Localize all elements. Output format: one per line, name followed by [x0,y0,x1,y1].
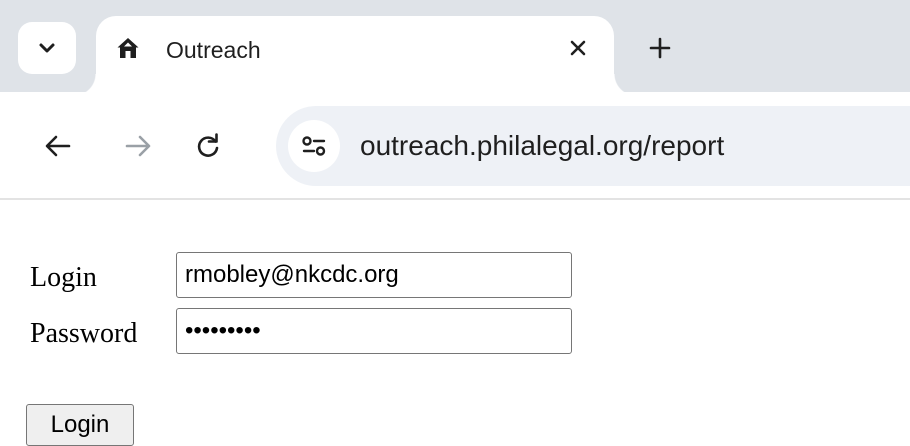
site-info-button[interactable] [288,120,340,172]
login-button[interactable]: Login [26,404,134,446]
password-input[interactable]: ••••••••• [176,308,572,354]
login-input[interactable] [176,252,572,298]
forward-arrow-icon [125,135,151,157]
address-bar[interactable]: outreach.philalegal.org/report [276,106,910,186]
browser-toolbar: outreach.philalegal.org/report [0,92,910,200]
password-mask: ••••••••• [185,317,261,344]
tune-icon [302,136,326,156]
tab-title: Outreach [166,37,261,63]
plus-icon [649,37,671,59]
close-icon [570,40,586,56]
new-tab-button[interactable] [640,28,680,68]
login-label: Login [30,262,97,293]
active-tab[interactable]: Outreach [74,16,636,96]
forward-button[interactable] [120,128,156,164]
chevron-down-icon [39,43,55,53]
tab-strip: Outreach [0,0,910,96]
reload-button[interactable] [190,128,226,164]
url-text: outreach.philalegal.org/report [360,130,725,161]
password-label: Password [30,318,138,349]
close-tab-button[interactable] [562,32,594,64]
back-arrow-icon [45,135,71,157]
login-page: Login Password ••••••••• Login [0,200,910,446]
back-button[interactable] [40,128,76,164]
home-icon [117,38,139,58]
tab-list-button[interactable] [18,22,76,74]
reload-icon [197,133,219,157]
